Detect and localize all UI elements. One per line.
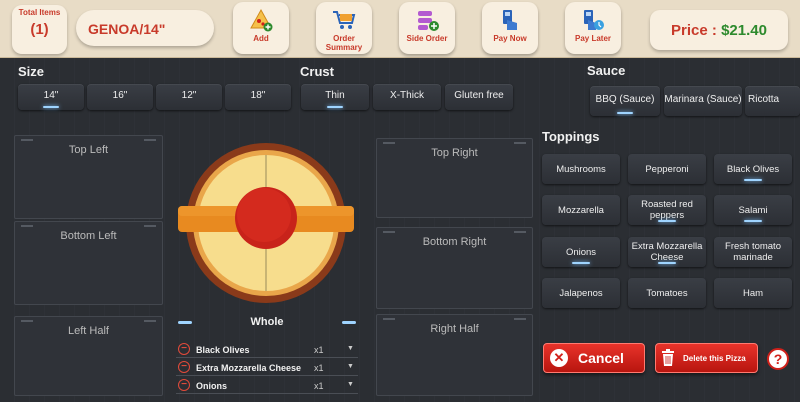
size-option-14[interactable]: 14" — [18, 84, 84, 110]
whole-item: − Black Olives x1 ▼ — [176, 341, 358, 358]
cancel-label: Cancel — [578, 350, 624, 366]
topping-pepperoni[interactable]: Pepperoni — [628, 154, 706, 184]
sauce-option-ricotta[interactable]: Ricotta — [745, 86, 800, 116]
bottom-left-panel[interactable]: Bottom Left — [14, 221, 163, 305]
cart-icon — [333, 11, 356, 29]
order-summary-button[interactable]: Order Summary — [316, 2, 372, 54]
whole-item: − Onions x1 ▼ — [176, 377, 358, 394]
size-option-12[interactable]: 12" — [156, 84, 222, 110]
topping-mushrooms[interactable]: Mushrooms — [542, 154, 620, 184]
top-bar: Total Items (1) GENOA/14" Add Order Summ… — [0, 0, 800, 58]
pizza-graphic[interactable] — [176, 141, 356, 306]
side-order-label: Side Order — [406, 34, 448, 43]
top-right-panel[interactable]: Top Right — [376, 138, 533, 218]
chevron-down-icon[interactable]: ▼ — [347, 363, 354, 370]
crust-title: Crust — [300, 64, 334, 79]
chevron-down-icon[interactable]: ▼ — [347, 381, 354, 388]
whole-item-name: Black Olives — [196, 345, 250, 355]
crust-option-thin[interactable]: Thin — [301, 84, 369, 110]
crust-option-x-thick[interactable]: X-Thick — [373, 84, 441, 110]
whole-item-name: Onions — [196, 381, 227, 391]
pizza-add-icon — [250, 8, 273, 32]
delete-pizza-label: Delete this Pizza — [683, 353, 746, 363]
close-icon: ✕ — [550, 349, 568, 367]
whole-right-dash — [342, 321, 356, 324]
right-half-panel[interactable]: Right Half — [376, 314, 533, 396]
chevron-down-icon[interactable]: ▼ — [347, 345, 354, 352]
topping-roasted-red-peppers[interactable]: Roasted red peppers — [628, 195, 706, 225]
remove-topping-icon[interactable]: − — [178, 379, 190, 391]
delete-pizza-button[interactable]: Delete this Pizza — [655, 343, 758, 373]
trash-icon — [662, 349, 674, 366]
top-left-panel[interactable]: Top Left — [14, 135, 163, 219]
whole-title: Whole — [250, 316, 284, 328]
order-summary-label: Order Summary — [325, 34, 363, 52]
help-button[interactable]: ? — [767, 348, 789, 370]
topping-extra-mozzarella-cheese[interactable]: Extra Mozzarella Cheese — [628, 237, 706, 267]
remove-topping-icon[interactable]: − — [178, 343, 190, 355]
add-button[interactable]: Add — [233, 2, 289, 54]
whole-item-qty[interactable]: x1 — [314, 381, 324, 391]
remove-topping-icon[interactable]: − — [178, 361, 190, 373]
total-items-label: Total Items — [18, 8, 61, 17]
sauce-title: Sauce — [587, 63, 626, 78]
left-half-panel[interactable]: Left Half — [14, 316, 163, 396]
topping-jalapenos[interactable]: Jalapenos — [542, 278, 620, 308]
total-items-box: Total Items (1) — [12, 5, 67, 54]
price-display: Price : $21.40 — [650, 10, 788, 50]
pay-now-button[interactable]: Pay Now — [482, 2, 538, 54]
crust-option-gluten-free[interactable]: Gluten free — [445, 84, 513, 110]
topping-mozzarella[interactable]: Mozzarella — [542, 195, 620, 225]
size-option-16[interactable]: 16" — [87, 84, 153, 110]
topping-salami[interactable]: Salami — [714, 195, 792, 225]
toppings-title: Toppings — [542, 129, 600, 144]
pay-later-button[interactable]: Pay Later — [565, 2, 621, 54]
total-items-count: (1) — [30, 21, 49, 38]
size-title: Size — [18, 64, 45, 79]
topping-black-olives[interactable]: Black Olives — [714, 154, 792, 184]
add-label: Add — [253, 34, 269, 43]
side-order-icon — [418, 11, 439, 31]
pay-now-icon — [503, 10, 517, 30]
whole-item: − Extra Mozzarella Cheese x1 ▼ — [176, 359, 358, 376]
topping-fresh-tomato-marinade[interactable]: Fresh tomato marinade — [714, 237, 792, 267]
side-order-button[interactable]: Side Order — [399, 2, 455, 54]
sauce-option-bbq[interactable]: BBQ (Sauce) — [590, 86, 660, 116]
sauce-option-marinara[interactable]: Marinara (Sauce) — [664, 86, 742, 116]
whole-item-qty[interactable]: x1 — [314, 363, 324, 373]
whole-item-name: Extra Mozzarella Cheese — [196, 363, 302, 373]
topping-onions[interactable]: Onions — [542, 237, 620, 267]
pay-now-label: Pay Now — [493, 34, 527, 43]
topping-ham[interactable]: Ham — [714, 278, 792, 308]
cancel-button[interactable]: ✕ Cancel — [543, 343, 645, 373]
pay-later-label: Pay Later — [574, 34, 612, 43]
pizza-name: GENOA/14" — [76, 10, 214, 46]
pay-later-icon — [584, 10, 604, 30]
size-option-18[interactable]: 18" — [225, 84, 291, 110]
price-label: Price : — [671, 22, 722, 39]
topping-tomatoes[interactable]: Tomatoes — [628, 278, 706, 308]
whole-item-qty[interactable]: x1 — [314, 345, 324, 355]
price-value: $21.40 — [721, 22, 767, 39]
bottom-right-panel[interactable]: Bottom Right — [376, 227, 533, 309]
